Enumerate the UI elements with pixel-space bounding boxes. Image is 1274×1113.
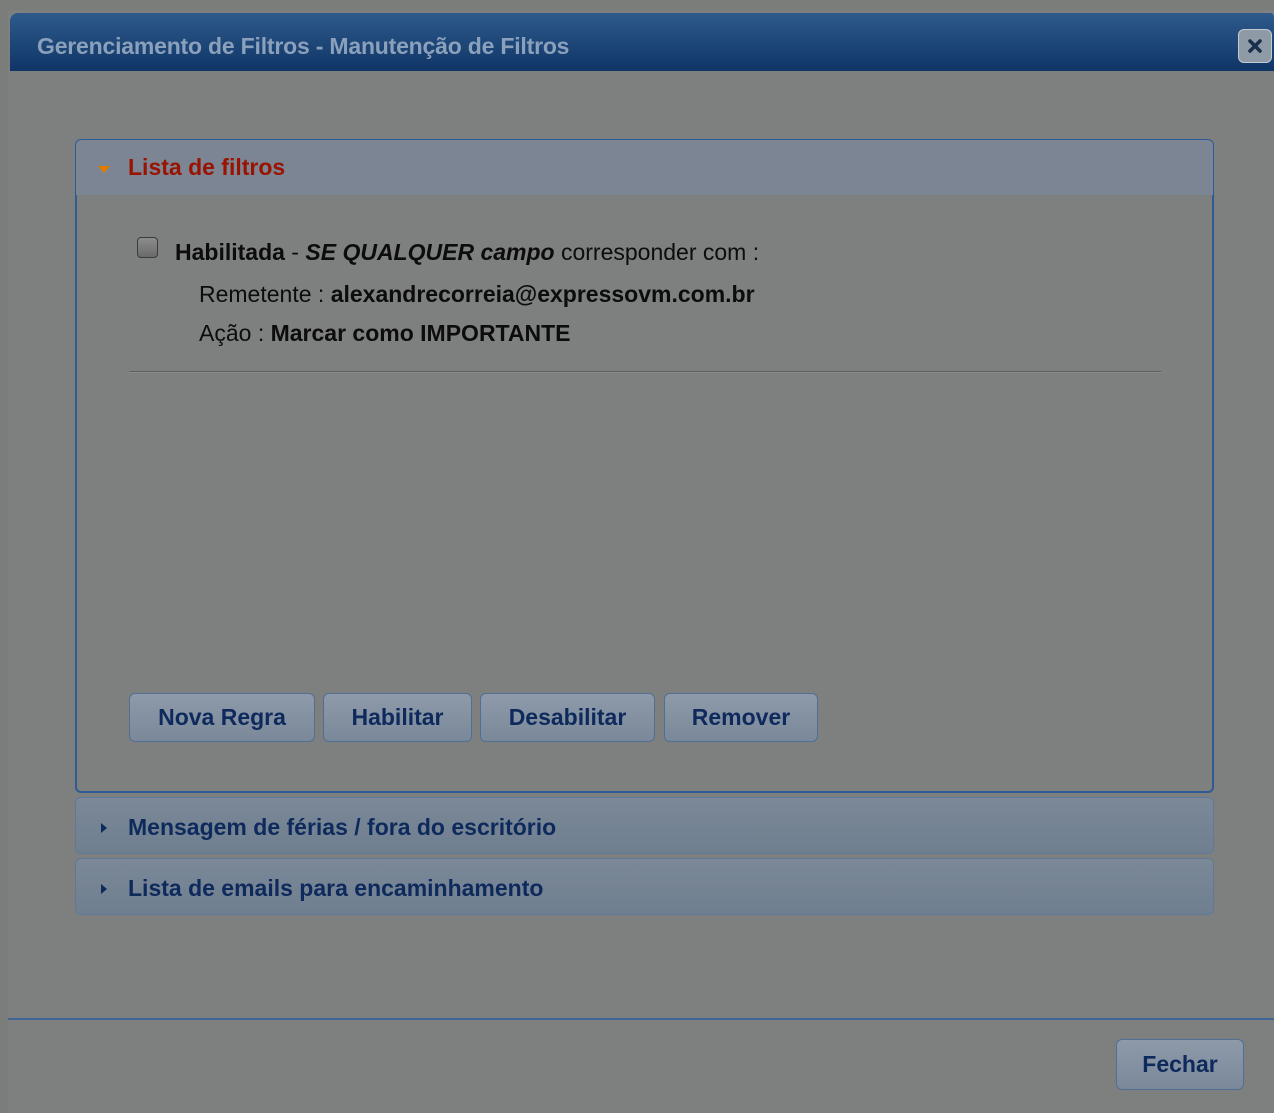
forward-panel-header[interactable]: Lista de emails para encaminhamento: [75, 858, 1214, 915]
rule-separator: [129, 371, 1161, 373]
dialog-title: Gerenciamento de Filtros - Manutenção de…: [37, 33, 570, 59]
enable-button[interactable]: Habilitar: [323, 693, 472, 742]
vacation-panel-label: Mensagem de férias / fora do escritório: [128, 814, 557, 840]
rule-condition: SE QUALQUER campo: [305, 239, 555, 265]
filters-panel-label: Lista de filtros: [128, 154, 286, 180]
rule-status: Habilitada: [175, 239, 285, 265]
disable-button[interactable]: Desabilitar: [480, 693, 655, 742]
forward-panel-label: Lista de emails para encaminhamento: [128, 875, 544, 901]
vacation-panel-header[interactable]: Mensagem de férias / fora do escritório: [75, 797, 1214, 854]
close-dialog-button[interactable]: Fechar: [1116, 1039, 1244, 1090]
rule-match-text: corresponder com :: [554, 239, 760, 265]
rule-summary: Habilitada - SE QUALQUER campo correspon…: [175, 239, 759, 266]
rule-sender-label: Remetente :: [199, 281, 331, 307]
filters-dialog: Gerenciamento de Filtros - Manutenção de…: [8, 10, 1274, 1113]
filters-panel-content: Habilitada - SE QUALQUER campo correspon…: [75, 195, 1214, 793]
new-rule-button[interactable]: Nova Regra: [129, 693, 315, 742]
rule-dash: -: [284, 239, 306, 265]
rule-sender-value: alexandrecorreia@expressovm.com.br: [330, 281, 755, 307]
triangle-right-icon: [101, 823, 107, 833]
filters-panel-header[interactable]: Lista de filtros: [75, 139, 1214, 196]
close-button[interactable]: [1238, 29, 1272, 63]
dialog-titlebar[interactable]: Gerenciamento de Filtros - Manutenção de…: [10, 13, 1274, 71]
triangle-right-icon: [101, 884, 107, 894]
triangle-down-icon: [98, 166, 110, 173]
rule-action-label: Ação :: [199, 320, 271, 346]
rule-sender: Remetente : alexandrecorreia@expressovm.…: [199, 281, 755, 308]
rule-action-value: Marcar como IMPORTANTE: [270, 320, 571, 346]
close-icon: [1248, 39, 1262, 53]
footer-divider: [8, 1018, 1274, 1020]
remove-button[interactable]: Remover: [664, 693, 818, 742]
rule-checkbox[interactable]: [137, 237, 158, 258]
rule-action: Ação : Marcar como IMPORTANTE: [199, 320, 571, 347]
